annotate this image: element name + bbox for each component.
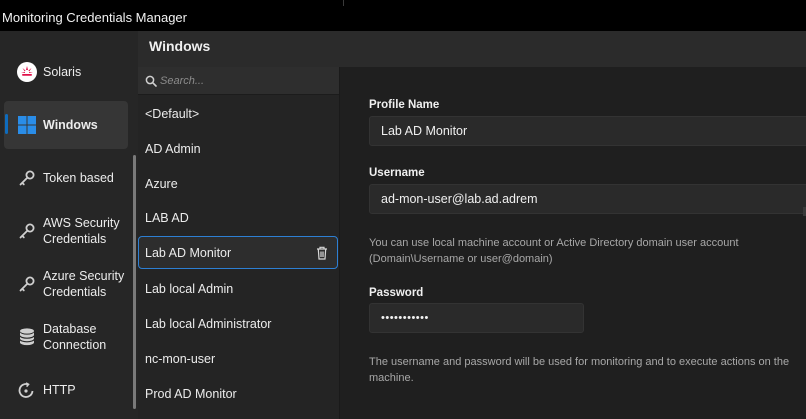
sidebar-item-windows[interactable]: Windows	[4, 101, 128, 149]
help-line: The username and password will be used f…	[369, 356, 790, 368]
profile-name: nc-mon-user	[145, 351, 216, 366]
profile-name-input[interactable]	[369, 116, 806, 146]
title-bar: Monitoring Credentials Manager	[0, 0, 806, 31]
profile-name: Lab local Administrator	[145, 316, 272, 331]
sidebar-item-database-connection[interactable]: Database Connection	[4, 320, 128, 354]
search-input[interactable]	[160, 74, 320, 87]
username-label: Username	[369, 167, 425, 179]
profile-name-label: Profile Name	[369, 99, 440, 111]
profile-name: Lab local Admin	[145, 281, 234, 296]
password-input[interactable]: •••••••••••	[369, 303, 584, 333]
section-header: Windows	[138, 31, 806, 67]
http-icon	[16, 379, 38, 401]
delete-profile-button[interactable]	[316, 246, 328, 263]
key-icon	[16, 273, 38, 295]
search-box[interactable]	[138, 67, 339, 95]
profile-name: Prod AD Monitor	[145, 386, 237, 401]
label-line: Database	[43, 322, 97, 336]
sidebar-item-label: AWS Security Credentials	[43, 215, 120, 247]
profile-list-item[interactable]: LAB AD	[138, 201, 338, 234]
trash-icon	[317, 246, 327, 260]
key-icon	[16, 220, 38, 242]
profile-detail-panel: Profile Name Username You can use local …	[340, 67, 806, 419]
profile-list-item[interactable]: Prod AD Monitor	[138, 377, 338, 410]
sidebar-item-solaris[interactable]: Solaris	[4, 57, 128, 87]
password-label: Password	[369, 287, 424, 299]
sidebar-item-label: HTTP	[43, 383, 76, 397]
database-icon	[16, 326, 38, 348]
solaris-icon	[16, 61, 38, 83]
help-line: (Domain\Username or user@domain)	[369, 253, 553, 265]
profile-list-pane: <Default> AD Admin Azure LAB AD Lab AD M…	[138, 67, 340, 419]
windows-icon	[16, 114, 38, 136]
label-line: Azure Security	[43, 269, 125, 283]
help-line: machine.	[369, 372, 414, 384]
profile-name: <Default>	[145, 106, 200, 121]
profile-name: Azure	[145, 176, 178, 191]
label-line: Credentials	[43, 232, 107, 246]
profile-list-item[interactable]: AD Admin	[138, 132, 338, 165]
label-line: Connection	[43, 338, 107, 352]
username-help-text: You can use local machine account or Act…	[369, 235, 769, 267]
page-title: Windows	[149, 38, 211, 54]
password-help-text: The username and password will be used f…	[369, 354, 805, 386]
active-indicator	[5, 114, 8, 134]
profile-list-item[interactable]: nc-mon-user	[138, 342, 338, 375]
username-input[interactable]	[369, 184, 806, 214]
sidebar-item-label: Token based	[43, 171, 114, 185]
sidebar-item-aws-security-credentials[interactable]: AWS Security Credentials	[4, 214, 128, 248]
profile-name: LAB AD	[145, 210, 189, 225]
sidebar-item-label: Windows	[43, 118, 98, 132]
sidebar: Solaris Windows Token based AWS Security…	[0, 31, 138, 419]
profile-list-item-selected[interactable]: Lab AD Monitor	[138, 236, 338, 269]
profile-name: AD Admin	[145, 141, 201, 156]
label-line: AWS Security	[43, 216, 120, 230]
sidebar-item-token-based[interactable]: Token based	[4, 165, 128, 191]
window-title: Monitoring Credentials Manager	[2, 10, 187, 25]
title-divider	[343, 0, 344, 6]
profile-list-item[interactable]: Lab local Admin	[138, 272, 338, 305]
sidebar-item-label: Solaris	[43, 65, 82, 79]
profile-name: Lab AD Monitor	[145, 245, 232, 260]
sidebar-item-http[interactable]: HTTP	[4, 377, 128, 403]
sidebar-scrollbar[interactable]	[133, 155, 136, 409]
help-line: You can use local machine account or Act…	[369, 237, 739, 249]
sidebar-item-label: Azure Security Credentials	[43, 268, 124, 300]
label-line: Credentials	[43, 285, 107, 299]
sidebar-item-label: Database Connection	[43, 321, 106, 353]
search-icon	[145, 75, 157, 87]
key-icon	[16, 167, 38, 189]
sidebar-item-azure-security-credentials[interactable]: Azure Security Credentials	[4, 267, 128, 301]
profile-list-item[interactable]: <Default>	[138, 97, 338, 130]
profile-list-item[interactable]: Azure	[138, 167, 338, 200]
profile-list-item[interactable]: Lab local Administrator	[138, 307, 338, 340]
